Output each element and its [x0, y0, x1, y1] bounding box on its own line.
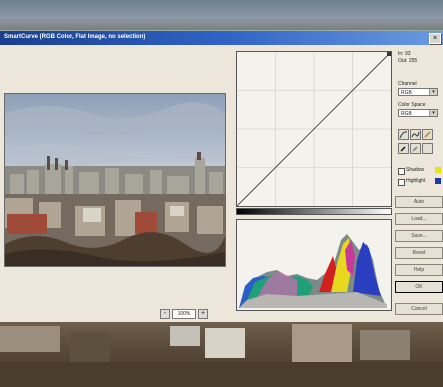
curve-endpoint-handle	[387, 52, 391, 56]
pencil-icon[interactable]	[422, 129, 433, 140]
smartcurve-dialog: SmartCurve (RGB Color, Flat Image, no se…	[0, 30, 443, 323]
color-space-label: Color Space	[398, 102, 426, 108]
city-photo	[5, 94, 225, 266]
chevron-down-icon: ▾	[429, 89, 437, 95]
load-button[interactable]: Load...	[395, 213, 443, 225]
white-eyedropper-icon[interactable]	[422, 143, 433, 154]
ok-button[interactable]: OK	[395, 281, 443, 293]
save-button[interactable]: Save...	[395, 230, 443, 242]
cancel-button[interactable]: Cancel	[395, 303, 443, 315]
curve-grid	[236, 51, 392, 207]
close-button[interactable]: ×	[429, 33, 441, 44]
highlight-color-swatch[interactable]	[435, 178, 441, 184]
gray-eyedropper-icon[interactable]	[410, 143, 421, 154]
channel-label: Channel	[398, 81, 417, 87]
highlight-label: Highlight	[406, 178, 426, 184]
reset-button[interactable]: Reset	[395, 247, 443, 259]
shadow-color-swatch[interactable]	[435, 167, 441, 173]
zoom-out-button[interactable]: -	[160, 309, 170, 319]
color-space-select-value: RGB	[401, 111, 412, 117]
image-preview[interactable]	[4, 93, 226, 267]
curve-point-tool[interactable]	[398, 129, 409, 140]
histogram	[236, 219, 392, 311]
help-button[interactable]: Help	[395, 264, 443, 276]
input-readout: In: 93	[398, 51, 411, 57]
color-space-select[interactable]: RGB ▾	[398, 109, 438, 117]
chevron-down-icon: ▾	[429, 110, 437, 116]
channel-select[interactable]: RGB ▾	[398, 88, 438, 96]
window-title: SmartCurve (RGB Color, Flat Image, no se…	[4, 34, 146, 40]
title-bar[interactable]: SmartCurve (RGB Color, Flat Image, no se…	[0, 31, 443, 45]
desktop-city-background	[0, 322, 443, 387]
zoom-value: 100%	[172, 309, 196, 319]
zoom-in-button[interactable]: +	[198, 309, 208, 319]
black-eyedropper-icon[interactable]	[398, 143, 409, 154]
highlight-checkbox[interactable]	[398, 179, 405, 186]
input-gradient-bar	[236, 208, 392, 215]
output-readout: Out: 255	[398, 58, 418, 64]
histogram-plot	[239, 234, 387, 308]
curve-smooth-tool[interactable]	[410, 129, 421, 140]
shadow-label: Shadow	[406, 167, 425, 173]
auto-button[interactable]: Auto	[395, 196, 443, 208]
shadow-checkbox[interactable]	[398, 168, 405, 175]
curve-graph[interactable]	[236, 51, 392, 207]
desktop-sky-background	[0, 0, 443, 30]
zoom-control: - 100% +	[160, 309, 208, 319]
channel-select-value: RGB	[401, 90, 412, 96]
